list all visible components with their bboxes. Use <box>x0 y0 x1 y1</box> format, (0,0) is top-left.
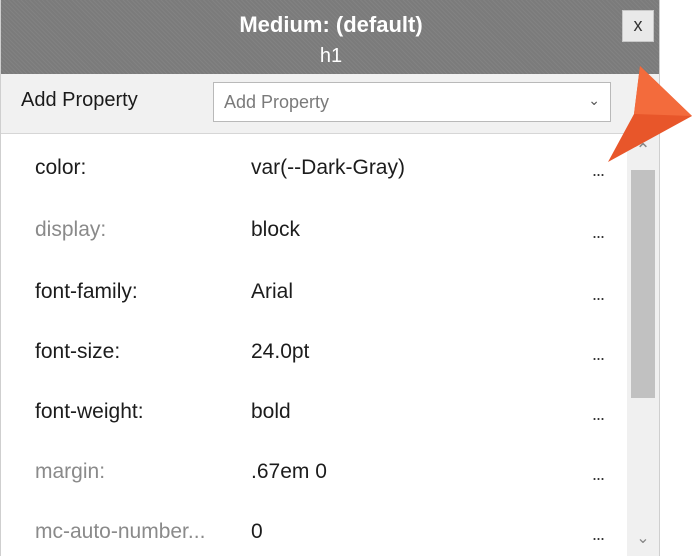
more-options-button[interactable]: ... <box>586 524 610 544</box>
panel-title: Medium: (default) <box>239 12 423 37</box>
vertical-scrollbar[interactable]: ⌃ ⌄ <box>627 134 659 556</box>
scroll-thumb[interactable] <box>631 170 655 398</box>
property-value[interactable]: Arial <box>251 280 293 304</box>
property-value[interactable]: 24.0pt <box>251 340 309 364</box>
panel-subtitle: h1 <box>319 45 343 67</box>
property-name: font-size: <box>35 340 121 363</box>
add-property-label: Add Property <box>21 89 138 111</box>
more-options-button[interactable]: ... <box>586 464 610 484</box>
add-property-bar: Add Property Add Property ⌄ <box>1 74 659 134</box>
property-row[interactable]: font-family: Arial... <box>1 258 627 318</box>
scroll-down-icon[interactable]: ⌄ <box>627 528 659 552</box>
property-name: font-family: <box>35 280 138 303</box>
close-button[interactable]: x <box>622 10 654 42</box>
close-icon: x <box>633 15 643 35</box>
property-name: mc-auto-number... <box>35 520 206 543</box>
property-value[interactable]: .67em 0 <box>251 460 327 484</box>
title-bar: Medium: (default) h1 x <box>1 0 659 74</box>
more-options-button[interactable]: ... <box>586 404 610 424</box>
property-row[interactable]: font-weight: bold... <box>1 378 627 438</box>
property-value[interactable]: 0 <box>251 520 263 544</box>
property-name: display: <box>35 218 107 241</box>
property-row[interactable]: color: var(--Dark-Gray)... <box>1 134 627 194</box>
more-options-button[interactable]: ... <box>586 344 610 364</box>
property-value[interactable]: bold <box>251 400 291 424</box>
property-row[interactable]: mc-auto-number... 0... <box>1 498 627 556</box>
add-property-dropdown[interactable]: Add Property ⌄ <box>213 82 611 122</box>
property-name: color: <box>35 156 87 179</box>
chevron-down-icon: ⌄ <box>588 92 600 108</box>
property-list: color: var(--Dark-Gray)... display: block..… <box>1 134 627 556</box>
more-options-button[interactable]: ... <box>586 222 610 242</box>
property-name: font-weight: <box>35 400 144 423</box>
add-property-placeholder: Add Property <box>224 92 330 112</box>
property-value[interactable]: var(--Dark-Gray) <box>251 156 405 180</box>
property-row[interactable]: margin: .67em 0... <box>1 438 627 498</box>
pointer-arrow-icon <box>608 66 692 162</box>
property-value[interactable]: block <box>251 218 300 242</box>
property-row[interactable]: display: block... <box>1 196 627 256</box>
property-row[interactable]: font-size: 24.0pt... <box>1 318 627 378</box>
property-name: margin: <box>35 460 106 483</box>
properties-panel: Medium: (default) h1 x Add Property Add … <box>0 0 660 556</box>
more-options-button[interactable]: ... <box>586 284 610 304</box>
